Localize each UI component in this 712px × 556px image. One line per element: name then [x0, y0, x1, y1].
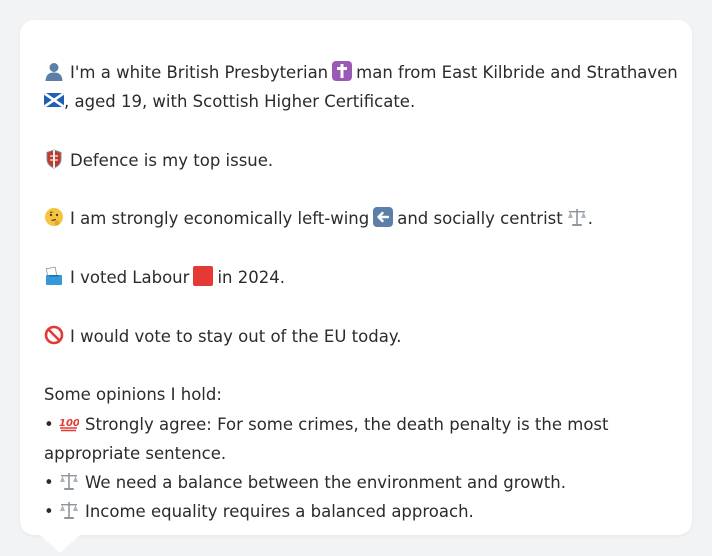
eu-text: I would vote to stay out of the EU today… — [70, 326, 402, 346]
opinion-text-1: Strongly agree: For some crimes, the dea… — [84, 414, 609, 434]
thinking-face-icon — [44, 207, 64, 227]
opinion-text-2: We need a balance between the environmen… — [84, 473, 566, 493]
bullet: • — [44, 473, 54, 493]
economics-text-1: I am strongly economically left-wing — [70, 209, 370, 229]
top-issue-line: Defence is my top issue. — [44, 146, 668, 175]
vote-line: I voted Labour in 2024. — [44, 263, 668, 292]
economics-line: I am strongly economically left-wing and… — [44, 204, 668, 233]
identity-line-2: , aged 19, with Scottish Higher Certific… — [44, 87, 668, 116]
vote-text-2: in 2024. — [217, 268, 285, 288]
opinion-item: • Income equality requires a balanced ap… — [44, 497, 668, 526]
hundred-points-icon: 100 — [59, 413, 79, 433]
economics-text-end: . — [587, 209, 593, 229]
shield-icon — [44, 149, 64, 169]
identity-text-3: , aged 19, with Scottish Higher Certific… — [64, 92, 416, 112]
economics-text-2: and socially centrist — [397, 209, 563, 229]
identity-line-1: I'm a white British Presbyterian man fro… — [44, 58, 678, 87]
red-square-icon — [193, 266, 214, 287]
opinion-item: • 100 Strongly agree: For some crimes, t… — [44, 410, 668, 439]
bullet: • — [44, 414, 54, 434]
person-icon — [44, 61, 64, 81]
balance-scale-icon — [59, 471, 79, 491]
latin-cross-icon — [332, 61, 353, 81]
opinion-text-3: Income equality requires a balanced appr… — [84, 502, 474, 522]
opinion-item-continuation: appropriate sentence. — [44, 443, 227, 463]
vote-text-1: I voted Labour — [70, 268, 190, 288]
ballot-box-icon — [44, 266, 64, 286]
opinion-item: • We need a balance between the environm… — [44, 468, 668, 497]
identity-text-1: I'm a white British Presbyterian — [70, 63, 329, 82]
balance-scale-icon — [59, 500, 79, 520]
balance-scale-icon — [567, 207, 587, 227]
left-arrow-icon — [373, 207, 394, 228]
message-bubble: I'm a white British Presbyterian man fro… — [20, 20, 692, 535]
top-issue-text: Defence is my top issue. — [70, 150, 274, 170]
eu-line: I would vote to stay out of the EU today… — [44, 322, 668, 351]
identity-text-2: man from East Kilbride and Strathaven — [356, 63, 678, 82]
opinions-heading: Some opinions I hold: — [44, 385, 222, 405]
bullet: • — [44, 502, 54, 522]
scotland-flag-icon — [44, 90, 64, 110]
prohibited-icon — [44, 325, 64, 345]
bubble-tail — [40, 535, 80, 553]
